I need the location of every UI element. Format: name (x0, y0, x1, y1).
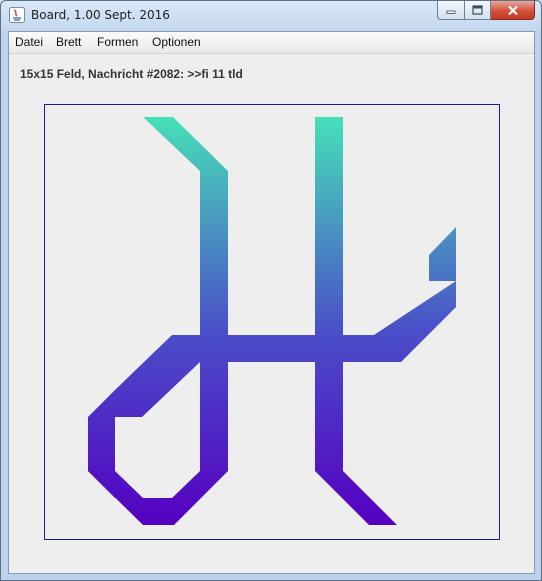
window-title: Board, 1.00 Sept. 2016 (31, 8, 170, 22)
stroke-right-tail (315, 445, 397, 525)
maximize-icon (472, 5, 483, 15)
minimize-button[interactable] (437, 1, 465, 20)
window-controls (437, 1, 535, 21)
stroke-left-vertical (200, 171, 228, 471)
minimize-icon (446, 10, 456, 14)
stroke-loop-left-rect (88, 417, 115, 471)
stroke-right-vertical (315, 117, 343, 471)
menu-optionen[interactable]: Optionen (152, 35, 201, 49)
menu-bar: Datei Brett Formen Optionen (9, 32, 534, 54)
title-bar[interactable]: Board, 1.00 Sept. 2016 (1, 1, 541, 31)
maximize-button[interactable] (465, 1, 491, 20)
menu-brett[interactable]: Brett (56, 35, 81, 49)
menu-formen[interactable]: Formen (97, 35, 138, 49)
close-button[interactable] (491, 1, 535, 20)
stroke-crossbar (172, 335, 374, 362)
board-canvas[interactable] (44, 104, 500, 540)
stroke-right-flag (429, 227, 456, 281)
client-area: Datei Brett Formen Optionen 15x15 Feld, … (8, 31, 535, 574)
board-drawing (88, 117, 456, 525)
stroke-loop-diagonal (115, 335, 200, 417)
status-message: 15x15 Feld, Nachricht #2082: >>fi 11 tld (20, 67, 243, 81)
app-window: Board, 1.00 Sept. 2016 Datei Brett Forme… (0, 0, 542, 581)
java-app-icon (9, 7, 25, 23)
menu-datei[interactable]: Datei (15, 35, 43, 49)
close-icon (507, 5, 518, 15)
